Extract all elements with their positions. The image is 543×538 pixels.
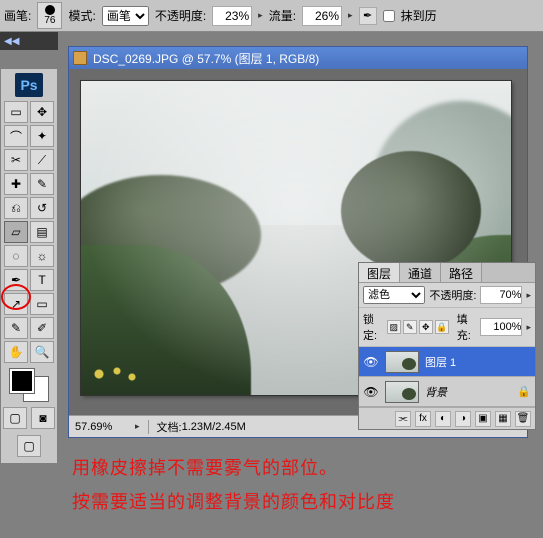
toolbox: Ps ▭ ✥ ⌒ ✦ ✂ ⟋ ✚ ✎ ⎌ ↺ ▱ ▤ ◌ ☼ ✒ T ↗ ▭ ✎… bbox=[0, 68, 58, 464]
layer-thumbnail[interactable] bbox=[385, 351, 419, 373]
history-brush-tool[interactable]: ↺ bbox=[30, 197, 54, 219]
move-tool[interactable]: ✥ bbox=[30, 101, 54, 123]
panel-footer: ⫘ fx ◐ ◑ ▣ ▦ 🗑 bbox=[359, 407, 535, 429]
chevron-down-icon[interactable]: ▸ bbox=[135, 421, 140, 432]
erase-history-label: 抹到历 bbox=[401, 7, 437, 24]
brush-label: 画笔: bbox=[4, 7, 31, 24]
delete-layer-icon[interactable]: 🗑 bbox=[515, 411, 531, 427]
layer-thumbnail[interactable] bbox=[385, 381, 419, 403]
lock-pixels-icon[interactable]: ✎ bbox=[403, 320, 417, 334]
fx-icon[interactable]: fx bbox=[415, 411, 431, 427]
layer-list: 👁 图层 1 👁 背景 🔒 bbox=[359, 347, 535, 407]
layer-name: 图层 1 bbox=[425, 354, 456, 370]
adjustment-icon[interactable]: ◑ bbox=[455, 411, 471, 427]
mask-icon[interactable]: ◐ bbox=[435, 411, 451, 427]
screenmode-icon[interactable]: ▢ bbox=[17, 435, 41, 457]
doc-info-value: 1.23M/2.45M bbox=[182, 421, 246, 433]
dodge-tool[interactable]: ☼ bbox=[30, 245, 54, 267]
group-icon[interactable]: ▣ bbox=[475, 411, 491, 427]
type-tool[interactable]: T bbox=[30, 269, 54, 291]
panel-tabs: 图层 通道 路径 bbox=[359, 263, 535, 283]
stamp-tool[interactable]: ⎌ bbox=[4, 197, 28, 219]
flow-label: 流量: bbox=[269, 7, 296, 24]
marquee-tool[interactable]: ▭ bbox=[4, 101, 28, 123]
tab-channels[interactable]: 通道 bbox=[400, 263, 441, 282]
layers-panel: 图层 通道 路径 滤色 不透明度: ▸ 锁定: ▨ ✎ ✥ 🔒 填充: ▸ 👁 … bbox=[358, 262, 536, 430]
chevron-down-icon[interactable]: ▸ bbox=[348, 10, 353, 21]
chevron-down-icon[interactable]: ▸ bbox=[258, 10, 263, 21]
annotation-text-1: 用橡皮擦掉不需要雾气的部位。 bbox=[72, 454, 338, 480]
eraser-tool[interactable]: ▱ bbox=[4, 221, 28, 243]
document-icon bbox=[73, 51, 87, 65]
gradient-tool[interactable]: ▤ bbox=[30, 221, 54, 243]
hand-tool[interactable]: ✋ bbox=[4, 341, 28, 363]
collapse-bar[interactable]: ◀◀ bbox=[0, 32, 58, 50]
document-title-bar[interactable]: DSC_0269.JPG @ 57.7% (图层 1, RGB/8) bbox=[69, 47, 527, 69]
zoom-value[interactable]: 57.69% bbox=[75, 421, 135, 433]
layer-row[interactable]: 👁 图层 1 bbox=[359, 347, 535, 377]
path-select-tool[interactable]: ↗ bbox=[4, 293, 28, 315]
lock-position-icon[interactable]: ✥ bbox=[419, 320, 433, 334]
standard-mode-icon[interactable]: ▢ bbox=[3, 407, 27, 429]
blend-mode-select[interactable]: 滤色 bbox=[363, 286, 425, 304]
link-layers-icon[interactable]: ⫘ bbox=[395, 411, 411, 427]
document-title: DSC_0269.JPG @ 57.7% (图层 1, RGB/8) bbox=[93, 50, 319, 67]
tab-layers[interactable]: 图层 bbox=[359, 263, 400, 282]
fill-input[interactable] bbox=[480, 318, 522, 336]
brush-tool[interactable]: ✎ bbox=[30, 173, 54, 195]
chevron-down-icon[interactable]: ▸ bbox=[526, 322, 531, 333]
heal-tool[interactable]: ✚ bbox=[4, 173, 28, 195]
brush-preset-picker[interactable]: 76 bbox=[37, 2, 62, 29]
pen-tool[interactable]: ✒ bbox=[4, 269, 28, 291]
annotation-text-2: 按需要适当的调整背景的颜色和对比度 bbox=[72, 488, 395, 514]
lasso-tool[interactable]: ⌒ bbox=[4, 125, 28, 147]
quickmask-mode-icon[interactable]: ◙ bbox=[31, 407, 55, 429]
notes-tool[interactable]: ✎ bbox=[4, 317, 28, 339]
new-layer-icon[interactable]: ▦ bbox=[495, 411, 511, 427]
foreground-swatch[interactable] bbox=[10, 369, 34, 393]
opacity-input[interactable] bbox=[212, 6, 252, 26]
slice-tool[interactable]: ⟋ bbox=[30, 149, 54, 171]
eyedropper-tool[interactable]: ✐ bbox=[30, 317, 54, 339]
layer-name: 背景 bbox=[425, 384, 447, 400]
wand-tool[interactable]: ✦ bbox=[30, 125, 54, 147]
visibility-icon[interactable]: 👁 bbox=[363, 385, 379, 399]
lock-label: 锁定: bbox=[363, 311, 383, 343]
blur-tool[interactable]: ◌ bbox=[4, 245, 28, 267]
shape-tool[interactable]: ▭ bbox=[30, 293, 54, 315]
chevron-down-icon[interactable]: ▸ bbox=[526, 290, 531, 301]
layer-row[interactable]: 👁 背景 🔒 bbox=[359, 377, 535, 407]
tab-paths[interactable]: 路径 bbox=[441, 263, 482, 282]
color-swatches[interactable] bbox=[10, 369, 48, 401]
fill-label: 填充: bbox=[457, 311, 477, 343]
visibility-icon[interactable]: 👁 bbox=[363, 355, 379, 369]
zoom-tool[interactable]: 🔍 bbox=[30, 341, 54, 363]
opacity-label: 不透明度: bbox=[155, 7, 206, 24]
ps-logo-icon: Ps bbox=[15, 73, 43, 97]
lock-icons: ▨ ✎ ✥ 🔒 bbox=[387, 320, 449, 334]
mode-label: 模式: bbox=[68, 7, 95, 24]
lock-icon: 🔒 bbox=[517, 385, 531, 398]
lock-all-icon[interactable]: 🔒 bbox=[435, 320, 449, 334]
airbrush-icon[interactable]: ✒ bbox=[359, 7, 377, 25]
lock-transparency-icon[interactable]: ▨ bbox=[387, 320, 401, 334]
crop-tool[interactable]: ✂ bbox=[4, 149, 28, 171]
brush-size-value: 76 bbox=[44, 15, 55, 26]
layer-opacity-input[interactable] bbox=[480, 286, 522, 304]
brush-dot-icon bbox=[45, 5, 55, 15]
layer-opacity-label: 不透明度: bbox=[429, 287, 476, 303]
doc-info-label: 文档: bbox=[157, 419, 182, 435]
erase-to-history-checkbox[interactable] bbox=[383, 10, 395, 22]
mode-select[interactable]: 画笔 bbox=[102, 6, 149, 26]
left-column: ◀◀ Ps ▭ ✥ ⌒ ✦ ✂ ⟋ ✚ ✎ ⎌ ↺ ▱ ▤ ◌ ☼ ✒ T ↗ … bbox=[0, 32, 58, 464]
flow-input[interactable] bbox=[302, 6, 342, 26]
options-bar: 画笔: 76 模式: 画笔 不透明度: ▸ 流量: ▸ ✒ 抹到历 bbox=[0, 0, 543, 32]
